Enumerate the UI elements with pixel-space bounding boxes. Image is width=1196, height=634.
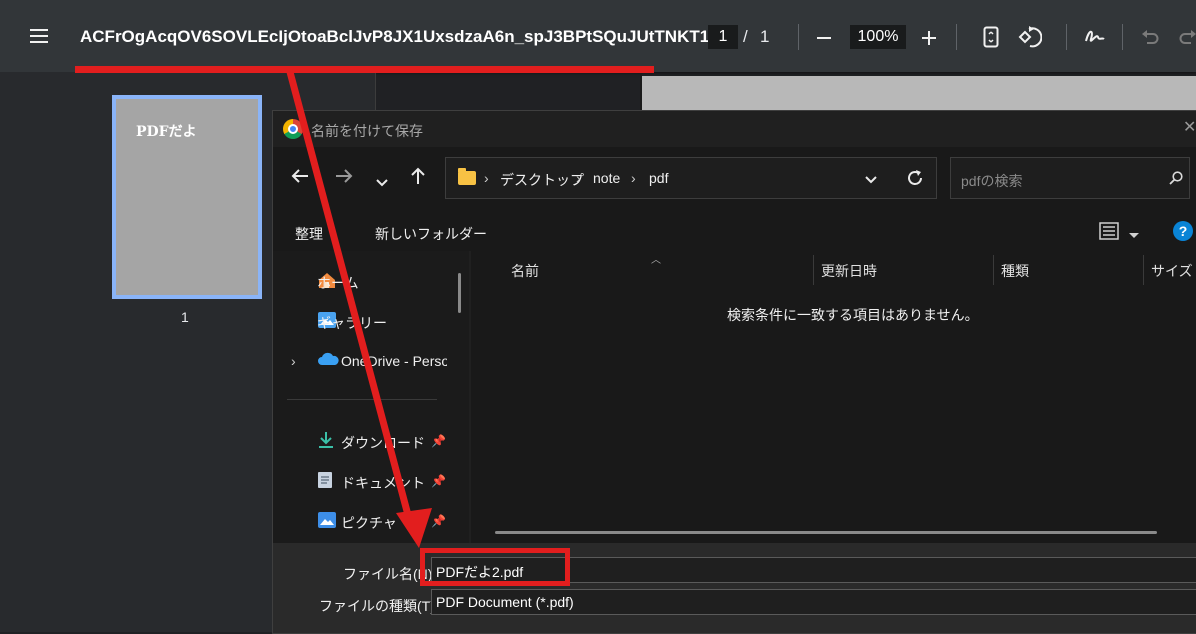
annotation-arrow	[286, 68, 432, 548]
